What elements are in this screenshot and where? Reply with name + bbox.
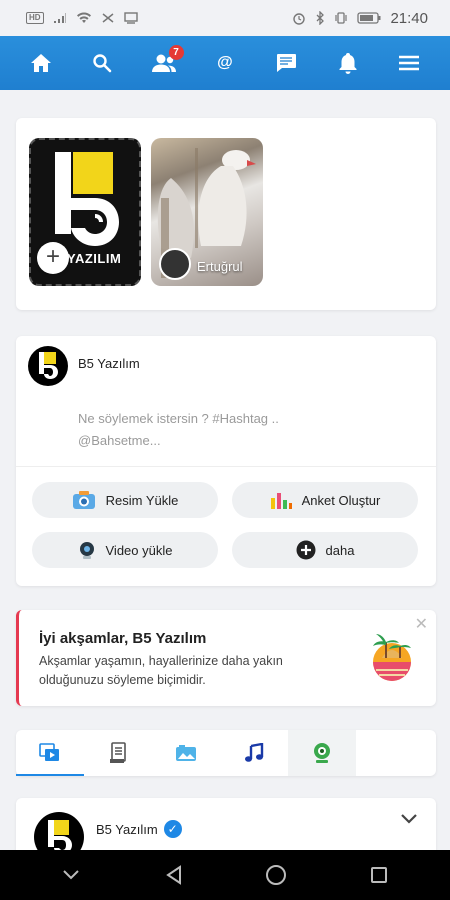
upload-video-label: Video yükle <box>105 542 173 558</box>
wifi-icon <box>76 12 91 23</box>
status-bar: HD 21:40 <box>0 0 450 36</box>
notifications-button[interactable] <box>326 41 370 85</box>
media-icon <box>39 743 59 761</box>
more-button[interactable]: daha <box>232 532 418 568</box>
b5-logo-icon <box>39 352 58 379</box>
post-author[interactable]: B5 Yazılım ✓ <box>96 820 182 838</box>
recents-icon <box>370 867 387 883</box>
webcam-icon <box>314 743 330 763</box>
composer-input[interactable]: Ne söylemek istersin ? #Hashtag .. @Bahs… <box>78 408 338 452</box>
composer-avatar <box>28 346 68 386</box>
home-icon <box>30 54 51 72</box>
add-story-button[interactable]: + <box>37 242 69 274</box>
menu-icon <box>399 55 420 71</box>
friend-requests-badge: 7 <box>168 45 184 60</box>
document-icon <box>110 742 126 763</box>
content-tabs <box>16 730 436 776</box>
mentions-button[interactable]: @ <box>203 41 247 85</box>
clock: 21:40 <box>390 9 428 27</box>
video-camera-icon <box>78 540 96 560</box>
top-navigation: 7 @ <box>0 36 450 90</box>
close-icon[interactable]: ✕ <box>415 614 428 634</box>
search-button[interactable] <box>80 41 124 85</box>
post-options-button[interactable] <box>400 812 418 830</box>
camera-icon <box>72 490 96 510</box>
tab-photos[interactable] <box>152 730 220 776</box>
plus-circle-icon <box>296 540 316 560</box>
battery-icon <box>357 12 381 24</box>
tab-media[interactable] <box>16 730 84 776</box>
back-button[interactable] <box>154 855 194 895</box>
upload-image-label: Resim Yükle <box>105 492 179 508</box>
tab-live[interactable] <box>288 730 356 776</box>
signal-icon <box>53 13 66 23</box>
poll-chart-icon <box>270 490 292 510</box>
home-button[interactable] <box>19 41 63 85</box>
status-left: HD <box>26 12 138 24</box>
back-icon <box>165 865 181 885</box>
create-poll-label: Anket Oluştur <box>301 492 381 508</box>
screen-icon <box>123 12 138 24</box>
story-user-avatar <box>159 248 191 280</box>
chevron-down-icon <box>401 814 417 824</box>
messages-button[interactable] <box>264 41 308 85</box>
friends-button[interactable]: 7 <box>142 41 186 85</box>
composer-divider <box>16 466 436 467</box>
hide-keyboard-button[interactable] <box>51 855 91 895</box>
recents-button[interactable] <box>359 855 399 895</box>
add-story-tile[interactable]: YAZILIM + <box>29 138 141 286</box>
verified-icon: ✓ <box>163 820 182 838</box>
tab-documents[interactable] <box>84 730 152 776</box>
greeting-body: Akşamlar yaşamın, hayallerinize daha yak… <box>39 654 283 687</box>
post-author-name: B5 Yazılım <box>96 821 158 837</box>
story-user-name: Ertuğrul <box>197 259 243 274</box>
search-icon <box>93 54 112 73</box>
upload-video-button[interactable]: Video yükle <box>32 532 218 568</box>
sunset-island-icon <box>373 634 411 681</box>
stories-card: YAZILIM + Ertuğrul <box>16 118 436 310</box>
music-icon <box>245 743 264 762</box>
vibrate-icon <box>335 12 348 24</box>
greeting-title: İyi akşamlar, B5 Yazılım <box>39 630 207 647</box>
sync-icon <box>102 13 114 23</box>
tab-music[interactable] <box>220 730 288 776</box>
notifications-icon <box>339 53 357 74</box>
upload-image-button[interactable]: Resim Yükle <box>32 482 218 518</box>
hd-badge: HD <box>26 12 44 24</box>
alarm-icon <box>293 13 306 25</box>
system-navigation-bar <box>0 850 450 900</box>
photo-icon <box>176 745 196 761</box>
composer-author-name: B5 Yazılım <box>78 356 140 371</box>
create-poll-button[interactable]: Anket Oluştur <box>232 482 418 518</box>
greeting-card: İyi akşamlar, B5 Yazılım Akşamlar yaşamı… <box>16 610 436 706</box>
messages-icon <box>277 54 297 72</box>
bluetooth-icon <box>316 11 325 25</box>
home-circle-icon <box>266 865 287 885</box>
chevron-down-icon <box>63 870 79 880</box>
user-story-tile[interactable]: Ertuğrul <box>151 138 263 286</box>
mention-icon: @ <box>217 54 233 71</box>
home-system-button[interactable] <box>256 855 296 895</box>
status-right: 21:40 <box>292 10 428 27</box>
story-logo-text: YAZILIM <box>67 251 122 266</box>
more-label: daha <box>325 542 355 558</box>
menu-button[interactable] <box>387 41 431 85</box>
post-composer-card: B5 Yazılım Ne söylemek istersin ? #Hasht… <box>16 336 436 586</box>
